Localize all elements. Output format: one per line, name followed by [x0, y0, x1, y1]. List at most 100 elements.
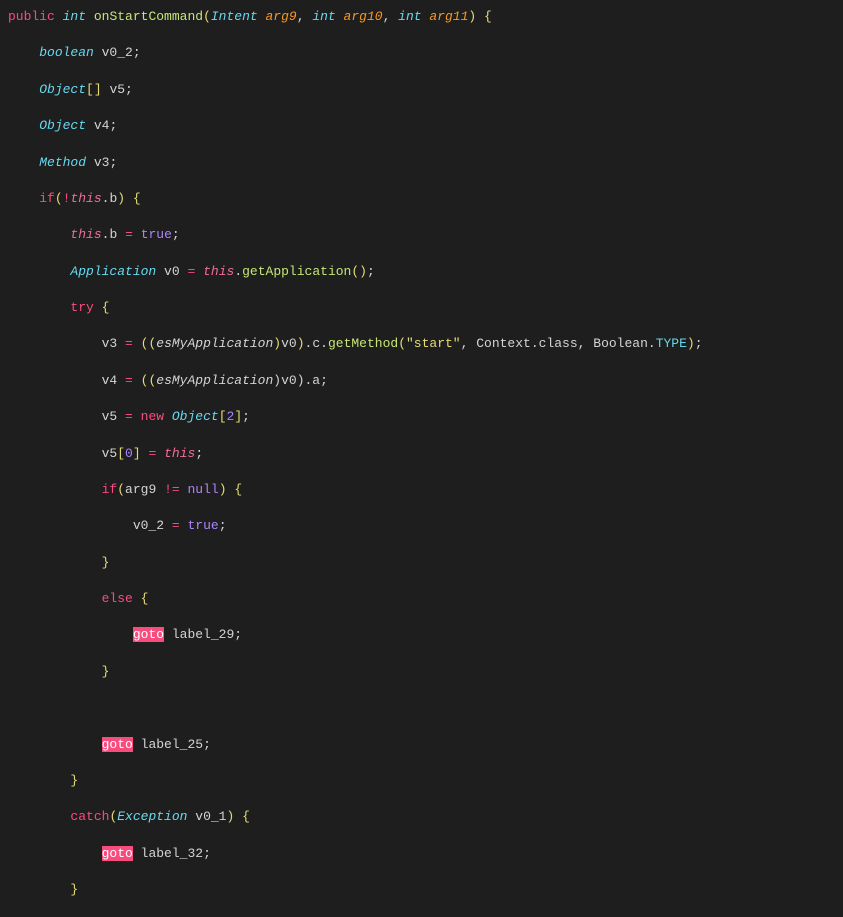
paren-open: ( — [109, 809, 117, 824]
code-line: v5[0] = this; — [0, 445, 843, 463]
op-eq: = — [125, 227, 133, 242]
var: v5 — [102, 446, 118, 461]
code-line: this.b = true; — [0, 226, 843, 244]
type-int: int — [312, 9, 335, 24]
code-line: } — [0, 663, 843, 681]
type-object: Object — [39, 82, 86, 97]
paren-close: ) — [219, 482, 227, 497]
semicolon: ; — [133, 45, 141, 60]
method-name: onStartCommand — [94, 9, 203, 24]
dot: . — [531, 336, 539, 351]
op-eq: = — [172, 518, 180, 533]
op-neq: != — [164, 482, 180, 497]
semicolon: ; — [203, 846, 211, 861]
semicolon: ; — [695, 336, 703, 351]
member: c — [312, 336, 320, 351]
keyword-goto: goto — [102, 846, 133, 861]
var: v0_2 — [94, 45, 133, 60]
comma: , — [578, 336, 594, 351]
op-eq: = — [125, 409, 133, 424]
keyword-this: this — [164, 446, 195, 461]
member: b — [109, 227, 125, 242]
label: label_25 — [133, 737, 203, 752]
space — [133, 227, 141, 242]
code-block: public int onStartCommand(Intent arg9, i… — [0, 8, 843, 917]
space — [164, 409, 172, 424]
code-line: Object[] v5; — [0, 81, 843, 99]
code-line: } — [0, 881, 843, 899]
brace-open: { — [94, 300, 110, 315]
semicolon: ; — [234, 627, 242, 642]
code-line: v3 = ((esMyApplication)v0).c.getMethod("… — [0, 335, 843, 353]
brace-open: { — [234, 809, 250, 824]
semicolon: ; — [203, 737, 211, 752]
var: v4 — [86, 118, 109, 133]
literal-true: true — [141, 227, 172, 242]
code-line: Method v3; — [0, 154, 843, 172]
code-line: try { — [0, 299, 843, 317]
parens: () — [351, 264, 367, 279]
string-literal: "start" — [406, 336, 461, 351]
literal-null: null — [187, 482, 218, 497]
paren-close: ) — [226, 809, 234, 824]
paren-close: ) — [687, 336, 695, 351]
paren-open: ( — [55, 191, 63, 206]
space — [180, 518, 188, 533]
semicolon: ; — [320, 373, 328, 388]
var: v4 — [102, 373, 125, 388]
space — [195, 264, 203, 279]
code-line: if(arg9 != null) { — [0, 481, 843, 499]
paren-open: (( — [141, 336, 157, 351]
var: v5 — [102, 82, 125, 97]
type-int: int — [398, 9, 421, 24]
brace-open: { — [133, 591, 149, 606]
type-object: Object — [172, 409, 219, 424]
keyword-goto: goto — [102, 737, 133, 752]
brackets: [] — [86, 82, 102, 97]
keyword-this: this — [70, 191, 101, 206]
keyword-catch: catch — [70, 809, 109, 824]
brace-open: { — [125, 191, 141, 206]
keyword-new: new — [141, 409, 164, 424]
param-arg9: arg9 — [266, 9, 297, 24]
paren-open: (( — [141, 373, 157, 388]
space — [133, 373, 141, 388]
literal-true: true — [187, 518, 218, 533]
var: arg9 — [125, 482, 164, 497]
brace-close: } — [70, 882, 78, 897]
label: label_29 — [164, 627, 234, 642]
member: class — [539, 336, 578, 351]
code-line: boolean v0_2; — [0, 44, 843, 62]
semicolon: ; — [125, 82, 133, 97]
keyword-if: if — [102, 482, 118, 497]
keyword-if: if — [39, 191, 55, 206]
brace-open: { — [227, 482, 243, 497]
semicolon: ; — [172, 227, 180, 242]
keyword-try: try — [70, 300, 93, 315]
code-line: public int onStartCommand(Intent arg9, i… — [0, 8, 843, 26]
brace-close: } — [102, 664, 110, 679]
paren-open: ( — [203, 9, 211, 24]
type-boolean: boolean — [39, 45, 94, 60]
semicolon: ; — [219, 518, 227, 533]
type-exception: Exception — [117, 809, 187, 824]
brace-close: } — [102, 555, 110, 570]
code-line — [0, 699, 843, 717]
paren-close: ) — [117, 191, 125, 206]
method-call: getMethod — [328, 336, 398, 351]
type-object: Object — [39, 118, 86, 133]
code-line: goto label_25; — [0, 736, 843, 754]
param-arg11: arg11 — [429, 9, 468, 24]
keyword-else: else — [102, 591, 133, 606]
param-arg10: arg10 — [344, 9, 383, 24]
keyword-public: public — [8, 9, 55, 24]
var: v5 — [102, 409, 125, 424]
method-call: getApplication — [242, 264, 351, 279]
type-application: Application — [70, 264, 156, 279]
code-line: Object v4; — [0, 117, 843, 135]
op-eq: = — [125, 373, 133, 388]
var: v0 — [281, 336, 297, 351]
space — [133, 336, 141, 351]
bracket-close: ] — [133, 446, 141, 461]
paren-open: ( — [398, 336, 406, 351]
